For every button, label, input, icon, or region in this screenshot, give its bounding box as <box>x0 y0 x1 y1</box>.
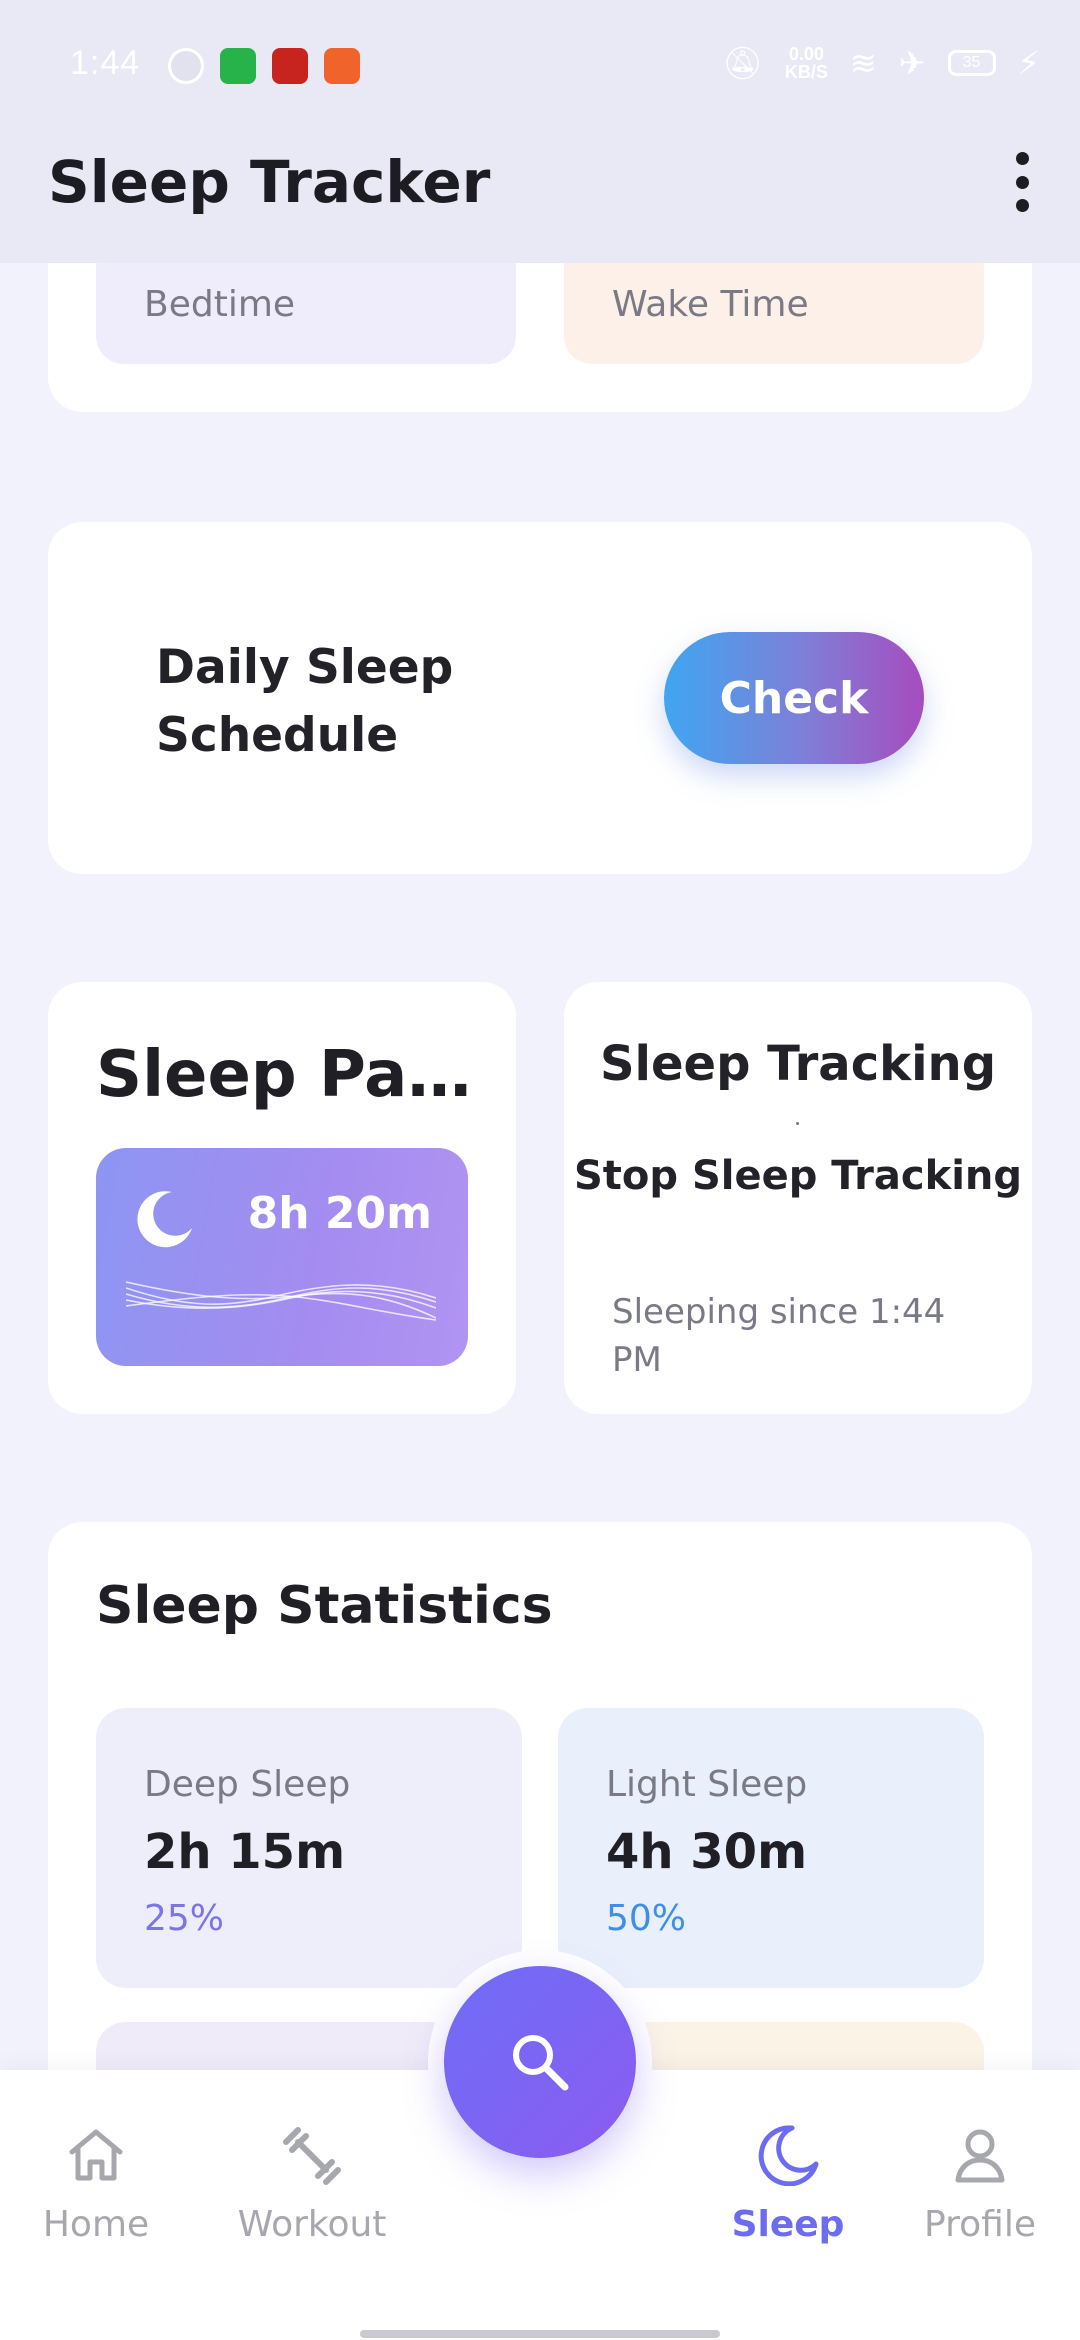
nav-profile-label: Profile <box>924 2204 1036 2245</box>
sleep-waves-graphic <box>126 1281 436 1321</box>
airplane-icon: ✈︎ <box>898 45 926 81</box>
schedule-title: Daily Sleep Schedule <box>156 640 454 763</box>
moon-icon <box>137 1191 192 1248</box>
sleep-pattern-title: Sleep Pat... <box>96 1038 496 1112</box>
nav-home-label: Home <box>42 2204 150 2245</box>
overflow-menu-icon[interactable] <box>1004 152 1040 212</box>
light-sleep-value: 4h 30m <box>606 1824 808 1880</box>
mute-icon: 🔕︎ <box>722 45 763 81</box>
status-right-group: 🔕︎ 0.00 KB/S ≋ ✈︎ 35 ⚡︎ <box>722 44 1040 82</box>
news-app-icon <box>272 48 308 84</box>
light-sleep-label: Light Sleep <box>606 1764 808 1805</box>
search-icon <box>513 2035 569 2091</box>
daily-schedule-card: Daily Sleep Schedule Check <box>48 522 1032 874</box>
light-sleep-tile: Light Sleep 4h 30m 50% <box>558 1708 984 1988</box>
sleeping-since-text: Sleeping since 1:44 PM <box>612 1292 946 1380</box>
search-button[interactable] <box>444 1966 636 2158</box>
sleep-pattern-tile: 8h 20m <box>96 1148 468 1366</box>
profile-icon <box>955 2129 1005 2183</box>
check-button[interactable]: Check <box>664 632 924 764</box>
nav-workout-label: Workout <box>237 2204 387 2245</box>
network-speed-value: 0.00 <box>788 44 824 64</box>
fire-app-icon <box>324 48 360 84</box>
nav-sleep-label: Sleep <box>731 2204 845 2245</box>
deep-sleep-value: 2h 15m <box>144 1824 346 1880</box>
network-speed: 0.00 KB/S <box>785 45 828 81</box>
status-time: 1:44 <box>70 44 141 82</box>
sleep-tracking-title: Sleep Tracking <box>599 1036 997 1092</box>
nav-workout[interactable]: Workout <box>212 2124 412 2245</box>
page-title: Sleep Tracker <box>48 148 491 216</box>
stop-tracking-button[interactable]: Stop Sleep Tracking <box>564 1148 1032 1205</box>
app-header: 1:44 🔕︎ 0.00 KB/S ≋ ✈︎ 35 ⚡︎ Sleep Track… <box>0 0 1080 263</box>
home-icon <box>69 2129 123 2181</box>
light-sleep-percent: 50% <box>606 1898 687 1939</box>
nav-sleep[interactable]: Sleep <box>688 2124 888 2245</box>
statistics-title: Sleep Statistics <box>96 1576 553 1636</box>
sleep-pattern-card[interactable]: Sleep Pat... 8h 20m <box>48 982 516 1414</box>
notification-icon <box>168 48 204 84</box>
moon-nav-icon <box>758 2125 819 2186</box>
shield-app-icon <box>220 48 256 84</box>
bedtime-label: Bedtime <box>144 284 296 325</box>
nav-home[interactable]: Home <box>0 2124 196 2245</box>
status-bar: 1:44 🔕︎ 0.00 KB/S ≋ ✈︎ 35 ⚡︎ <box>0 0 1080 130</box>
sleep-pattern-duration: 8h 20m <box>247 1188 432 1239</box>
deep-sleep-percent: 25% <box>144 1898 225 1939</box>
home-indicator[interactable] <box>360 2330 720 2338</box>
deep-sleep-tile: Deep Sleep 2h 15m 25% <box>96 1708 522 1988</box>
nav-profile[interactable]: Profile <box>880 2124 1080 2245</box>
sleep-tracking-card: Sleep Tracking Stop Sleep Tracking Sleep… <box>564 982 1032 1414</box>
network-speed-unit: KB/S <box>784 62 828 82</box>
wifi-icon: ≋ <box>849 45 877 81</box>
deep-sleep-label: Deep Sleep <box>144 1764 351 1805</box>
waketime-label: Wake Time <box>612 284 809 325</box>
battery-icon: 35 <box>947 50 996 76</box>
dumbbell-icon <box>283 2127 341 2185</box>
charging-icon: ⚡︎ <box>1017 45 1040 81</box>
tracking-indicator-dot <box>796 1122 799 1125</box>
